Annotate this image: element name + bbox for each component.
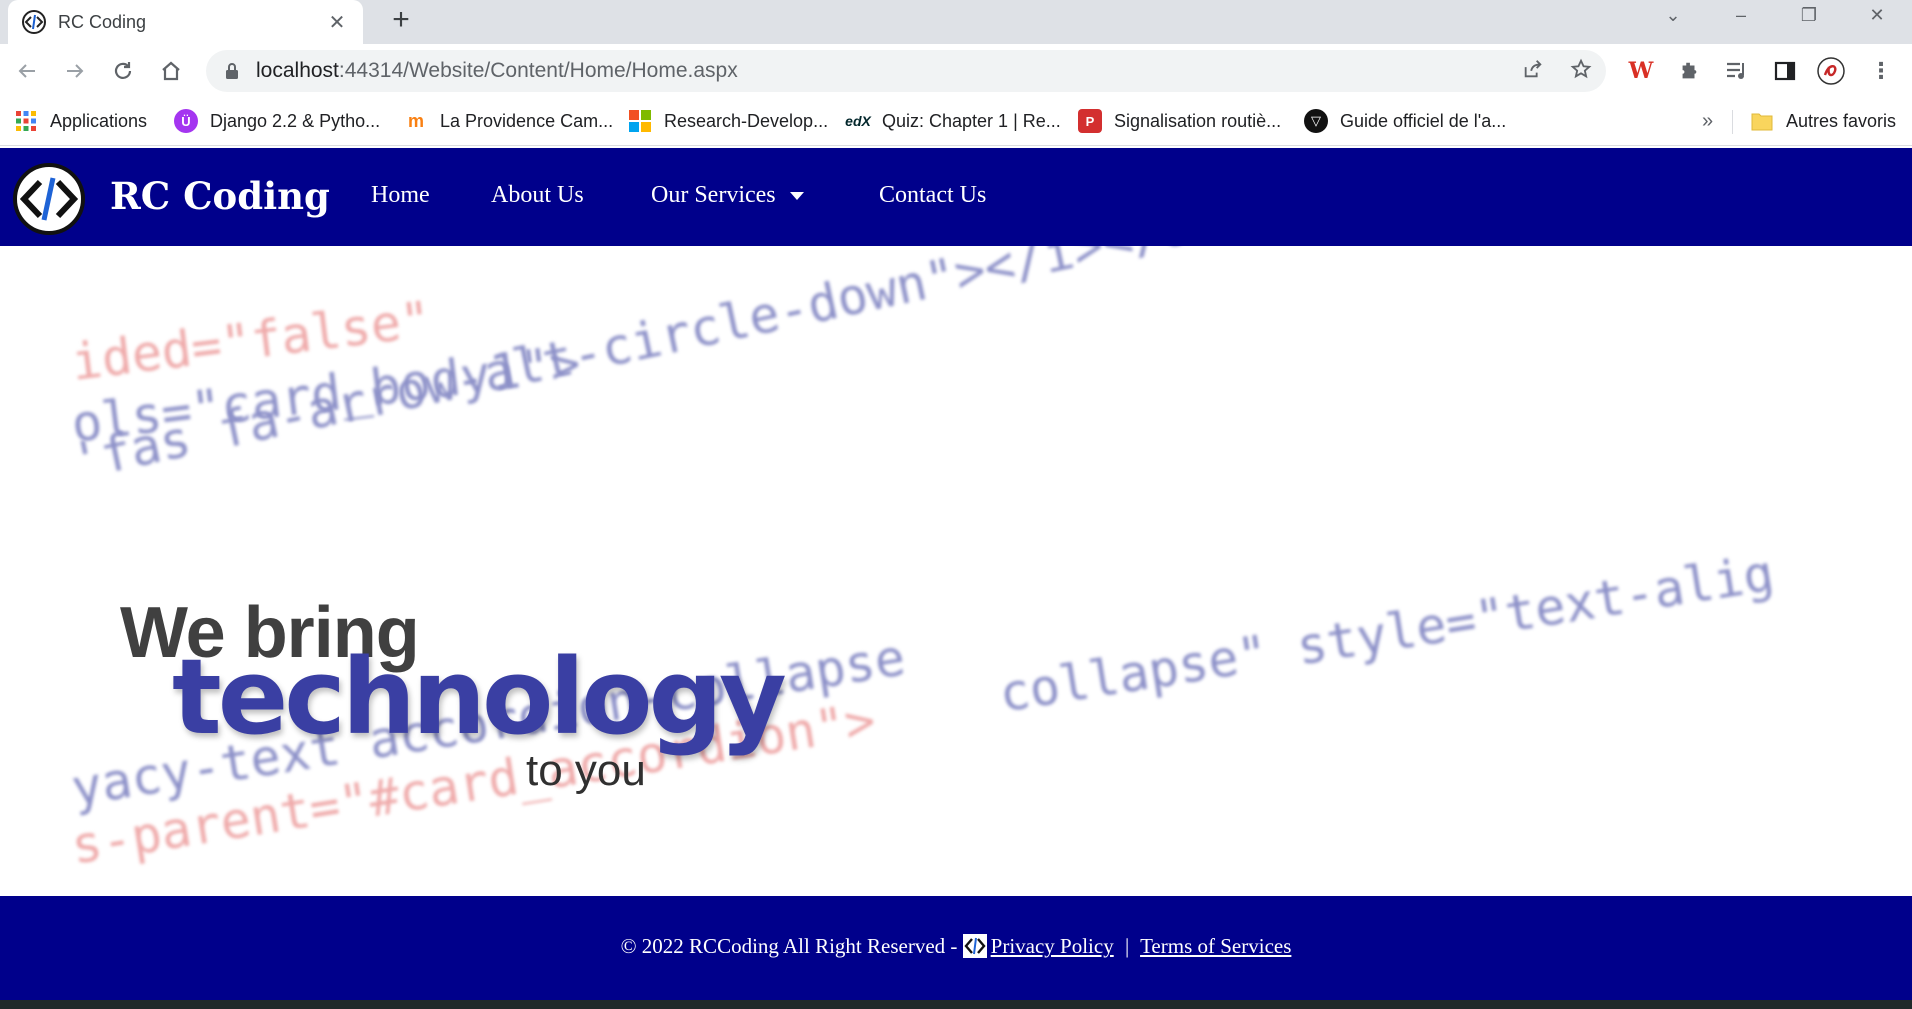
site-footer: © 2022 RCCoding All Right Reserved - Pri…	[0, 896, 1912, 1000]
dropdown-caret-icon	[789, 191, 804, 200]
shield-icon: ▽	[1304, 109, 1328, 133]
url-path: :44314/Website/Content/Home/Home.aspx	[338, 59, 738, 82]
bookmark-quiz[interactable]: edX Quiz: Chapter 1 | Re...	[845, 106, 1061, 136]
browser-tab-active[interactable]: RC Coding ✕	[8, 0, 363, 44]
bookmarks-bar: Applications Ü Django 2.2 & Pytho... m L…	[0, 98, 1912, 146]
footer-copyright: © 2022 RCCoding All Right Reserved -	[620, 934, 963, 958]
tab-title: RC Coding	[58, 11, 147, 32]
restore-window-icon[interactable]: ❐	[1784, 0, 1834, 30]
footer-logo-icon	[962, 934, 987, 959]
udemy-icon: Ü	[174, 109, 198, 133]
hero-slogan-technology: technology	[172, 636, 787, 758]
bookmark-signalisation[interactable]: P Signalisation routiè...	[1078, 106, 1281, 136]
nav-home[interactable]: Home	[371, 182, 430, 209]
bookmarks-divider	[1732, 110, 1733, 134]
bookmark-django[interactable]: Ü Django 2.2 & Pytho...	[174, 106, 380, 136]
bookmark-label: Signalisation routiè...	[1114, 110, 1282, 131]
brand-name[interactable]: RC Coding	[110, 174, 330, 218]
rc-coding-logo-icon[interactable]	[12, 162, 86, 236]
minimize-window-icon[interactable]: –	[1716, 0, 1766, 30]
nav-our-services-label: Our Services	[651, 182, 776, 208]
tab-close-icon[interactable]: ✕	[325, 10, 349, 35]
home-icon[interactable]	[154, 54, 188, 88]
p-icon: P	[1078, 109, 1102, 133]
back-icon[interactable]	[10, 54, 44, 88]
apps-grid-icon	[14, 109, 38, 133]
browser-toolbar: localhost:44314/Website/Content/Home/Hom…	[0, 44, 1912, 98]
bookmark-other-favorites[interactable]: Autres favoris	[1750, 106, 1896, 136]
hero-slogan-to-you: to you	[526, 746, 646, 795]
bookmark-research[interactable]: Research-Develop...	[628, 106, 828, 136]
hero-code-line: collapse" style="text-alig	[995, 543, 1778, 724]
reading-list-icon[interactable]	[1720, 54, 1754, 88]
hero-banner: ided="false" ols="card_body1"> 'fas fa-a…	[0, 246, 1912, 896]
profile-avatar[interactable]	[1814, 54, 1848, 88]
moodle-icon: m	[407, 110, 424, 131]
footer-text: © 2022 RCCoding All Right Reserved - Pri…	[0, 934, 1912, 962]
terms-of-services-link[interactable]: Terms of Services	[1140, 934, 1291, 958]
site-favicon-icon	[22, 10, 46, 34]
bookmark-label: Guide officiel de l'a...	[1340, 110, 1507, 131]
bookmark-label: Applications	[50, 110, 148, 131]
nav-contact-us[interactable]: Contact Us	[879, 182, 986, 209]
bookmark-label: Research-Develop...	[664, 110, 829, 131]
url-host: localhost	[256, 59, 339, 82]
w-extension-icon[interactable]: W	[1624, 54, 1658, 88]
lock-icon	[226, 63, 238, 79]
extensions-puzzle-icon[interactable]	[1672, 54, 1706, 88]
bookmark-label: Django 2.2 & Pytho...	[210, 110, 381, 131]
reload-icon[interactable]	[106, 54, 140, 88]
bookmark-applications[interactable]: Applications	[14, 106, 147, 136]
address-bar[interactable]: localhost:44314/Website/Content/Home/Hom…	[206, 50, 1606, 92]
browser-tab-strip: RC Coding ✕ + ⌄ – ❐ ✕	[0, 0, 1912, 44]
bookmark-label: La Providence Cam...	[440, 110, 614, 131]
close-window-icon[interactable]: ✕	[1852, 0, 1902, 30]
forward-icon[interactable]	[58, 54, 92, 88]
bookmarks-overflow-button[interactable]: »	[1702, 106, 1713, 136]
bookmark-label: Quiz: Chapter 1 | Re...	[882, 110, 1061, 131]
site-navbar: RC Coding Home About Us Our Services Con…	[0, 148, 1912, 246]
nav-about-us[interactable]: About Us	[491, 182, 584, 209]
bookmark-la-providence[interactable]: m La Providence Cam...	[404, 106, 613, 136]
footer-separator: |	[1124, 934, 1130, 958]
bookmark-star-icon[interactable]	[1564, 52, 1598, 86]
nav-our-services[interactable]: Our Services	[651, 182, 804, 209]
new-tab-button[interactable]: +	[384, 4, 418, 38]
tab-search-icon[interactable]: ⌄	[1648, 0, 1698, 30]
privacy-policy-link[interactable]: Privacy Policy	[991, 934, 1114, 958]
share-icon[interactable]	[1516, 52, 1550, 86]
taskbar-edge	[0, 1000, 1912, 1009]
microsoft-icon	[628, 109, 652, 133]
edx-icon: edX	[845, 113, 871, 129]
bookmark-label: Autres favoris	[1786, 110, 1897, 131]
bookmark-guide[interactable]: ▽ Guide officiel de l'a...	[1304, 106, 1506, 136]
folder-icon	[1750, 109, 1774, 133]
browser-menu-icon[interactable]: ⋮	[1864, 54, 1898, 88]
side-panel-icon[interactable]	[1768, 54, 1802, 88]
